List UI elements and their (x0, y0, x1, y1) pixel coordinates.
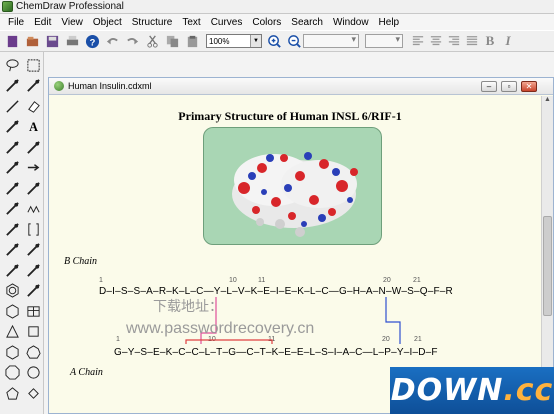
logo-main: DOWN (390, 373, 504, 408)
logo-suffix: .cc (503, 373, 554, 408)
bond-b19-a20 (385, 297, 401, 344)
disulfide-bonds (185, 297, 401, 344)
watermark-url: www.passwordrecovery.cn (126, 320, 315, 337)
watermark-chinese: 下载地址： (153, 298, 223, 314)
bond-a6-a11 (185, 339, 273, 344)
down-cc-logo: DOWN .cc (390, 367, 554, 414)
